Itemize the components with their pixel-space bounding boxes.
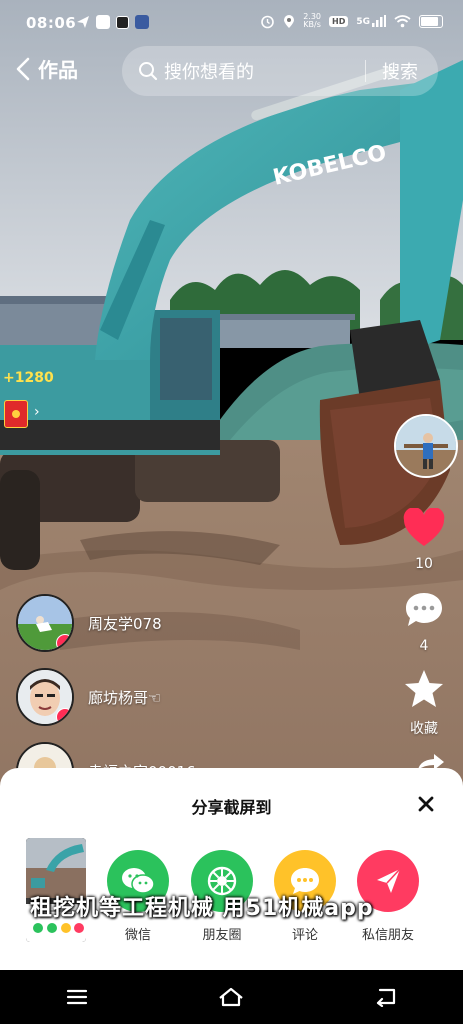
battery-icon: [419, 14, 443, 28]
comment-button[interactable]: 4: [394, 590, 454, 654]
comment-icon: [274, 850, 336, 912]
viewer-name: 廊坊杨哥☜: [88, 688, 162, 707]
like-button[interactable]: 10: [394, 507, 454, 572]
search-divider: [365, 60, 366, 82]
viewer-avatar: [16, 594, 74, 652]
favorite-label: 收藏: [410, 721, 438, 737]
share-wechat-button[interactable]: 微信: [98, 850, 178, 943]
search-button[interactable]: 搜索: [382, 58, 418, 84]
comment-glyph: [291, 868, 319, 894]
system-nav-bar: [0, 970, 463, 1024]
home-icon: [219, 987, 244, 1007]
heart-badge-icon: [56, 708, 72, 724]
share-option-label: 评论: [291, 928, 318, 943]
viewer-row[interactable]: 周友学078: [16, 594, 162, 652]
status-bar: 08:06 2.30 KB/s HD 5G: [0, 0, 463, 48]
menu-button[interactable]: [47, 977, 107, 1017]
network-label: 5G: [356, 17, 370, 27]
viewer-row[interactable]: 廊坊杨哥☜: [16, 668, 161, 726]
viewer-name: 周友学078: [88, 614, 162, 633]
back-nav-button[interactable]: [356, 977, 416, 1017]
status-time: 08:06: [26, 14, 77, 32]
share-dm-button[interactable]: 私信朋友: [348, 850, 428, 943]
moments-icon: [191, 850, 253, 912]
reward-widget[interactable]: +1280 ›: [0, 370, 54, 428]
back-label: 作品: [38, 58, 78, 82]
share-option-label: 私信朋友: [361, 928, 414, 943]
like-count: 10: [415, 556, 433, 572]
screenshot-thumbnail-image: [26, 838, 86, 942]
media-icon: [135, 15, 149, 29]
battery-level: [421, 16, 438, 26]
location-icon: [284, 14, 295, 28]
send-glyph: [377, 868, 401, 893]
reward-amount: +1280: [3, 370, 54, 386]
hd-badge: HD: [329, 15, 349, 27]
wifi-icon: [394, 14, 411, 27]
heart-badge-icon: [56, 634, 72, 650]
star-icon: [405, 670, 443, 707]
screenshot-thumbnail[interactable]: [26, 838, 86, 942]
menu-icon: [67, 989, 88, 1005]
search-icon: [139, 62, 158, 81]
return-icon: [376, 988, 395, 1007]
red-packet-icon: [4, 400, 28, 428]
share-sheet: 分享截屏到 微信 朋友圈 评论 私信朋友: [0, 768, 463, 970]
chevron-right-icon: ›: [34, 404, 40, 420]
signal-icon: 5G: [356, 15, 386, 27]
net-speed: 2.30 KB/s: [303, 13, 321, 29]
share-moments-button[interactable]: 朋友圈: [182, 850, 262, 943]
close-button[interactable]: [416, 794, 436, 818]
net-speed-unit: KB/s: [303, 20, 321, 29]
send-icon: [77, 16, 89, 28]
share-option-label: 微信: [124, 928, 151, 943]
close-icon: [418, 796, 434, 812]
comment-icon: [406, 593, 442, 626]
moments-glyph: [207, 866, 237, 896]
app-icon: [96, 15, 110, 29]
author-avatar-image: [396, 416, 456, 476]
comment-count: 4: [419, 638, 429, 654]
home-button[interactable]: [201, 977, 261, 1017]
play-icon: [116, 15, 129, 29]
author-avatar[interactable]: [394, 414, 458, 478]
wechat-icon: [107, 850, 169, 912]
back-button[interactable]: 作品: [16, 54, 78, 83]
wechat-glyph: [122, 868, 155, 894]
share-option-label: 朋友圈: [202, 928, 242, 943]
search-input[interactable]: 搜你想看的: [164, 58, 365, 84]
alarm-icon: [261, 15, 274, 28]
viewer-avatar: [16, 668, 74, 726]
system-icons: 2.30 KB/s HD 5G: [260, 13, 443, 29]
share-sheet-title: 分享截屏到: [191, 798, 272, 817]
favorite-button[interactable]: 收藏: [394, 668, 454, 738]
chevron-left-icon: [16, 57, 30, 80]
send-icon: [357, 850, 419, 912]
heart-icon: [403, 507, 445, 546]
screen: KOBELCO 08:06 2.30 KB/s HD 5G 作品 搜你想看的 搜…: [0, 0, 463, 1024]
search-bar[interactable]: 搜你想看的 搜索: [122, 46, 438, 96]
notification-icons: [76, 15, 149, 29]
share-comment-button[interactable]: 评论: [265, 850, 345, 943]
top-nav: 作品 搜你想看的 搜索: [0, 46, 463, 96]
